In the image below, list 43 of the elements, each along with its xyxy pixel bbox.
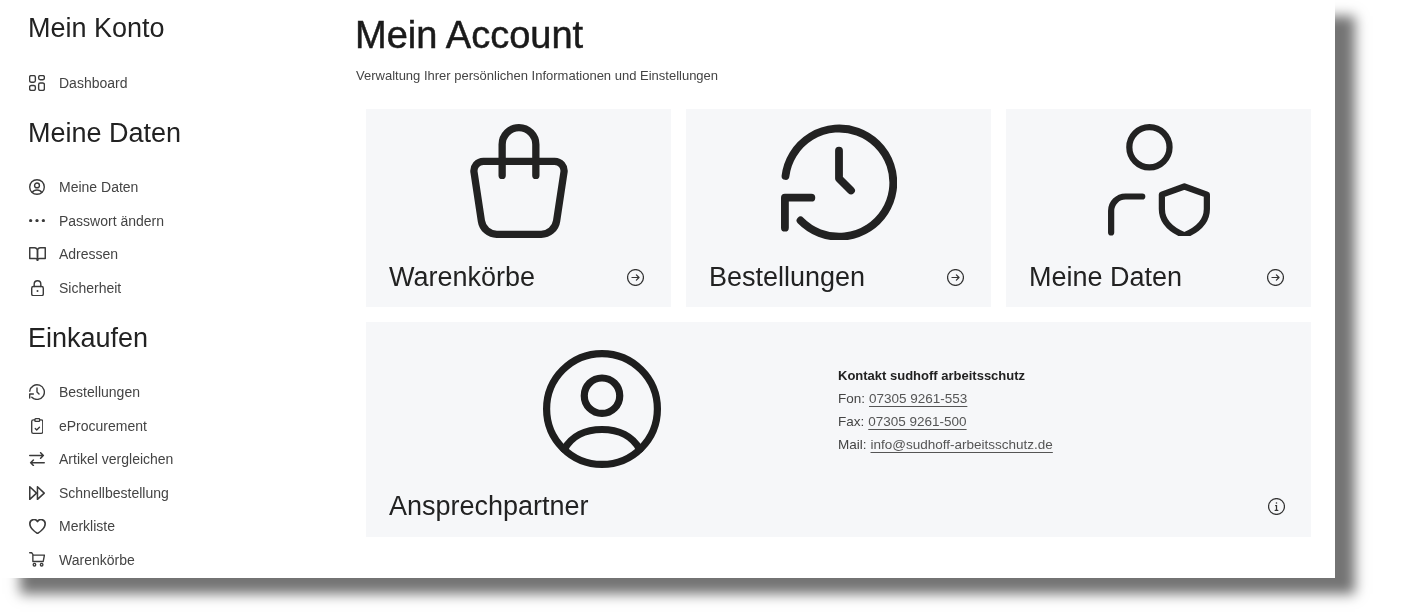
nav-link[interactable]: Passwort ändern	[28, 204, 355, 238]
nav-link[interactable]: Adressen	[28, 237, 355, 271]
nav-link[interactable]: eProcurement	[28, 409, 355, 443]
section-heading: Einkaufen	[28, 322, 150, 353]
heart-icon	[28, 518, 46, 534]
user-shield-icon	[1107, 124, 1210, 236]
info-icon[interactable]	[1268, 497, 1285, 515]
nav-link[interactable]: Dashboard	[28, 66, 355, 100]
contact-link[interactable]: info@sudhoff-arbeitsschutz.de	[870, 433, 1053, 456]
user-circle-icon	[29, 179, 45, 196]
grid-icon	[29, 74, 45, 91]
nav-link[interactable]: Meine Daten	[28, 170, 355, 204]
contact-label: Fon:	[838, 390, 865, 408]
page-title: Mein Account	[355, 13, 585, 57]
user-circle-icon	[543, 350, 661, 468]
lock-icon	[30, 279, 44, 296]
card-title: Ansprechpartner	[389, 490, 589, 522]
nav-link[interactable]: Warenkörbe	[28, 543, 355, 577]
cart-icon	[28, 552, 46, 568]
fast-forward-icon	[29, 485, 45, 500]
nav-card[interactable]: Warenkörbe	[366, 109, 671, 307]
nav-link[interactable]: Sicherheit	[28, 271, 355, 305]
clock-arrow-icon	[29, 384, 45, 401]
contact-label: Fax:	[838, 413, 865, 431]
contact-link[interactable]: 07305 9261-553	[869, 387, 968, 410]
nav-link[interactable]: Bestellungen	[28, 375, 355, 409]
bag-icon	[469, 124, 568, 238]
contact-link[interactable]: 07305 9261-500	[868, 410, 967, 433]
clipboard-check-icon	[30, 417, 44, 434]
page-subtitle: Verwaltung Ihrer persönlichen Informationen und Einstellungen	[356, 68, 720, 84]
nav-link[interactable]: Merkliste	[28, 509, 355, 543]
nav-link[interactable]: Schnellbestellung	[28, 476, 355, 510]
nav-link[interactable]: Artikel vergleichen	[28, 442, 355, 476]
nav-card[interactable]: Bestellungen	[686, 109, 991, 307]
section-heading: Meine Daten	[28, 117, 183, 148]
dots-icon	[29, 219, 45, 223]
clock-arrow-icon	[780, 124, 897, 240]
contact-heading: Kontakt sudhoff arbeitsschutz	[838, 367, 1027, 385]
nav-card[interactable]: Meine Daten	[1006, 109, 1311, 307]
contact-label: Mail:	[838, 436, 867, 454]
section-heading: Mein Konto	[28, 13, 166, 43]
book-icon	[28, 247, 46, 262]
swap-arrows-icon	[29, 452, 45, 467]
